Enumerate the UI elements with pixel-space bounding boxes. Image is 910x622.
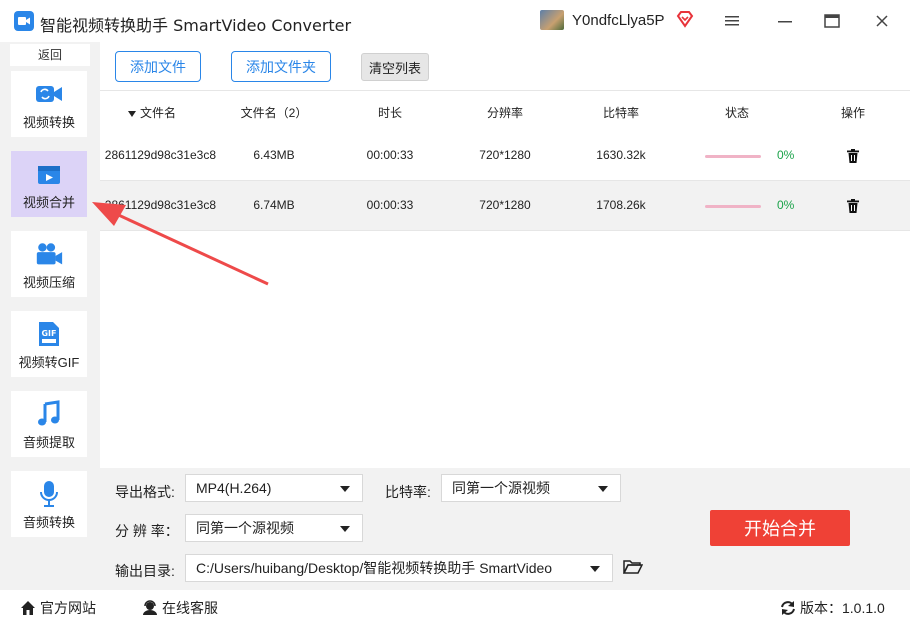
- sidebar-item-audio-extract[interactable]: 音频提取: [11, 391, 87, 457]
- support-label: 在线客服: [162, 600, 218, 616]
- start-merge-button[interactable]: 开始合并: [710, 510, 850, 546]
- sort-down-icon: [127, 110, 136, 117]
- column-header-duration: 时长: [377, 106, 403, 120]
- official-website-link[interactable]: 官方网站: [20, 598, 96, 618]
- sidebar-item-label: 视频合并: [22, 195, 75, 210]
- music-note-icon: [34, 400, 64, 427]
- progress-text: 0%: [777, 148, 795, 162]
- format-select[interactable]: MP4(H.264): [185, 474, 363, 502]
- chevron-down-icon: [598, 486, 608, 492]
- refresh-icon: [781, 601, 795, 615]
- column-header-filename[interactable]: 文件名: [127, 104, 176, 121]
- sidebar-item-label: 音频提取: [22, 435, 75, 450]
- minimize-icon[interactable]: [773, 10, 797, 32]
- sidebar-item-label: 视频转GIF: [18, 355, 80, 370]
- resolution-label: 分 辨 率：: [115, 523, 179, 539]
- gif-icon: GIF: [34, 321, 64, 347]
- app-logo-icon: [14, 11, 34, 31]
- vip-diamond-icon[interactable]: [676, 10, 694, 28]
- home-icon: [21, 601, 35, 615]
- resolution-select[interactable]: 同第一个源视频: [185, 514, 363, 542]
- delete-icon[interactable]: [847, 199, 859, 213]
- back-button[interactable]: 返回: [10, 44, 90, 66]
- version-label: 版本：1.0.1.0: [800, 600, 885, 616]
- cell-size: 6.74MB: [253, 198, 295, 212]
- avatar[interactable]: [540, 10, 564, 30]
- bitrate-select[interactable]: 同第一个源视频: [441, 474, 621, 502]
- menu-icon[interactable]: [720, 10, 744, 32]
- progress-text: 0%: [777, 198, 795, 212]
- resolution-select-value: 同第一个源视频: [196, 520, 294, 536]
- export-settings: 导出格式: MP4(H.264) 比特率: 同第一个源视频 分 辨 率： 同第一…: [100, 468, 910, 590]
- website-label: 官方网站: [40, 600, 96, 616]
- progress-bar: [705, 205, 761, 208]
- chevron-down-icon: [590, 566, 600, 572]
- sidebar-item-gif[interactable]: GIF 视频转GIF: [11, 311, 87, 377]
- sidebar: 返回 视频转换 视频合并 视频压缩 GIF 视频转GIF 音频提取 音频转换: [0, 42, 100, 590]
- bitrate-select-value: 同第一个源视频: [452, 480, 550, 496]
- clear-list-button[interactable]: 清空列表: [361, 53, 429, 81]
- title-bar: 智能视频转换助手 SmartVideo Converter Y0ndfcLlya…: [0, 0, 910, 42]
- sidebar-item-video-merge[interactable]: 视频合并: [11, 151, 87, 217]
- sidebar-item-label: 音频转换: [22, 515, 75, 530]
- format-select-value: MP4(H.264): [196, 480, 272, 496]
- sidebar-item-video-convert[interactable]: 视频转换: [11, 71, 87, 137]
- sidebar-item-video-compress[interactable]: 视频压缩: [11, 231, 87, 297]
- version-info[interactable]: 版本：1.0.1.0: [780, 598, 885, 618]
- video-merge-icon: [34, 161, 64, 187]
- video-compress-icon: [34, 241, 64, 267]
- sidebar-item-label: 视频压缩: [22, 275, 75, 290]
- cell-filename: 2861129d98c31e3c8: [104, 198, 216, 212]
- app-title: 智能视频转换助手 SmartVideo Converter: [40, 16, 352, 35]
- column-header-actions: 操作: [840, 106, 866, 120]
- output-dir-select[interactable]: C:/Users/huibang/Desktop/智能视频转换助手 SmartV…: [185, 554, 613, 582]
- table-row[interactable]: 2861129d98c31e3c8 6.43MB 00:00:33 720*12…: [100, 131, 910, 181]
- support-agent-icon: [143, 600, 157, 615]
- cell-duration: 00:00:33: [366, 198, 414, 212]
- column-header-status: 状态: [724, 106, 750, 120]
- chevron-down-icon: [340, 526, 350, 532]
- column-header-resolution: 分辨率: [486, 106, 524, 120]
- cell-bitrate: 1630.32k: [596, 148, 646, 162]
- cell-filename: 2861129d98c31e3c8: [104, 148, 216, 162]
- progress-bar: [705, 155, 761, 158]
- bitrate-label: 比特率:: [385, 484, 431, 500]
- output-dir-value: C:/Users/huibang/Desktop/智能视频转换助手 SmartV…: [196, 560, 553, 576]
- output-label: 输出目录:: [115, 563, 175, 579]
- chevron-down-icon: [340, 486, 350, 492]
- file-table: 文件名 文件名（2） 时长 分辨率 比特率 状态 操作 2861129d98c3…: [100, 90, 910, 468]
- status-bar: 官方网站 在线客服 版本：1.0.1.0: [0, 590, 910, 622]
- folder-open-icon[interactable]: [622, 559, 645, 577]
- close-icon[interactable]: [870, 10, 894, 32]
- svg-text:GIF: GIF: [41, 329, 56, 338]
- cell-bitrate: 1708.26k: [596, 198, 646, 212]
- cell-duration: 00:00:33: [366, 148, 414, 162]
- table-row[interactable]: 2861129d98c31e3c8 6.74MB 00:00:33 720*12…: [100, 181, 910, 231]
- microphone-icon: [34, 481, 64, 507]
- add-folder-button[interactable]: 添加文件夹: [231, 51, 331, 82]
- column-header-bitrate: 比特率: [602, 106, 640, 120]
- add-file-button[interactable]: 添加文件: [115, 51, 201, 82]
- cell-size: 6.43MB: [253, 148, 295, 162]
- maximize-icon[interactable]: [820, 10, 844, 32]
- delete-icon[interactable]: [847, 149, 859, 163]
- video-convert-icon: [34, 81, 64, 107]
- cell-resolution: 720*1280: [479, 148, 531, 162]
- format-label: 导出格式:: [115, 484, 175, 500]
- sidebar-item-label: 视频转换: [22, 115, 75, 130]
- column-header-size: 文件名（2）: [240, 106, 308, 120]
- sidebar-item-audio-convert[interactable]: 音频转换: [11, 471, 87, 537]
- username[interactable]: Y0ndfcLlya5P: [572, 12, 665, 29]
- online-support-link[interactable]: 在线客服: [142, 598, 218, 618]
- table-header: 文件名 文件名（2） 时长 分辨率 比特率 状态 操作: [100, 91, 910, 131]
- cell-resolution: 720*1280: [479, 198, 531, 212]
